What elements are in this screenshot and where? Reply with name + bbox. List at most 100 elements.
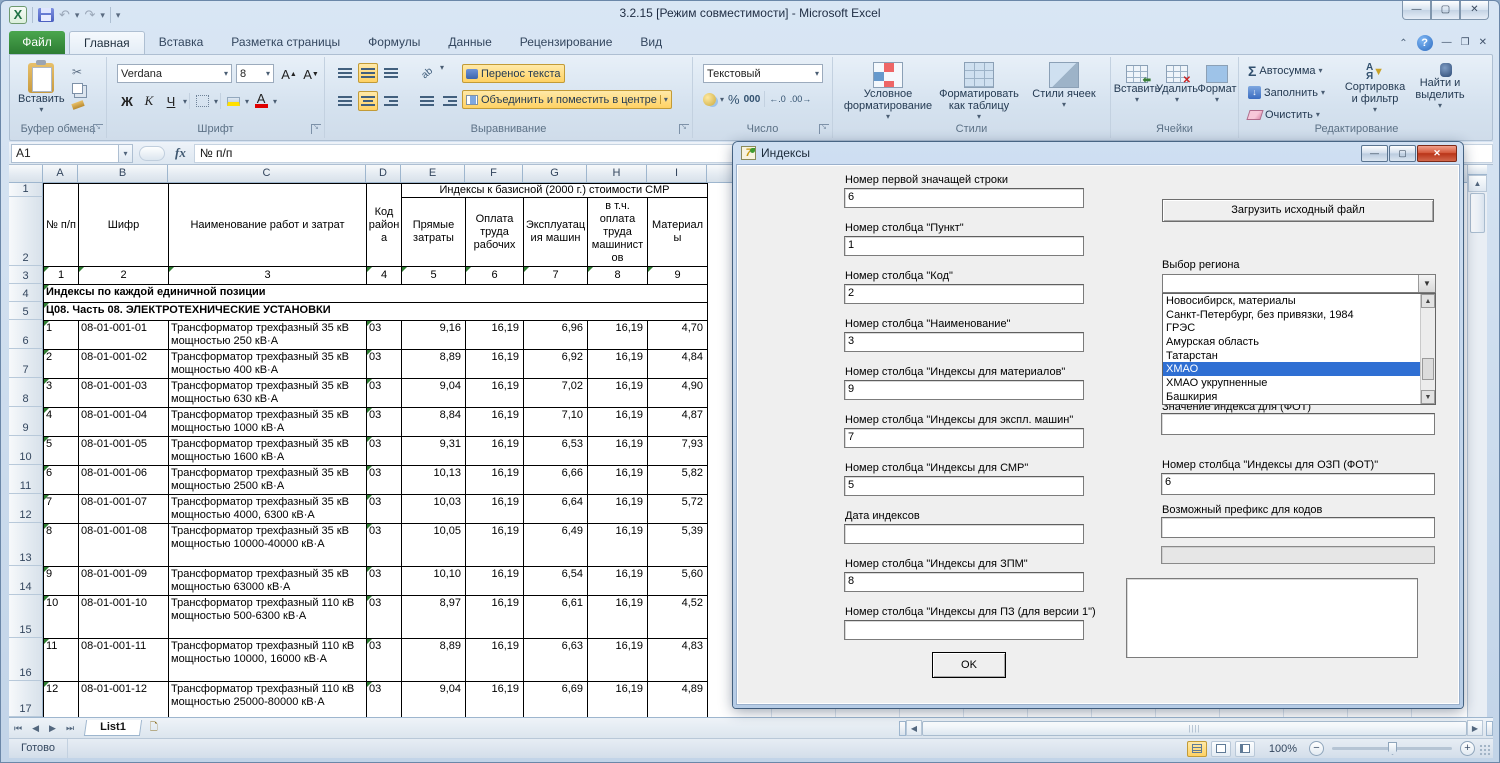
percent-style-icon[interactable]: %: [728, 92, 740, 107]
cell-value[interactable]: 6,54: [524, 567, 588, 596]
cell-value[interactable]: 16,19: [588, 350, 648, 379]
row-header-10[interactable]: 10: [9, 436, 43, 465]
column-header-G[interactable]: G: [523, 165, 587, 183]
row-header-4[interactable]: 4: [9, 284, 43, 302]
cell-index[interactable]: 3: [44, 379, 79, 408]
vertical-scroll-thumb[interactable]: [1470, 193, 1485, 233]
cell-region[interactable]: 03: [367, 321, 402, 350]
cell-value[interactable]: 16,19: [588, 567, 648, 596]
dialog-minimize-button[interactable]: —: [1361, 145, 1388, 162]
currency-icon[interactable]: [703, 93, 716, 106]
dialog-close-button[interactable]: ✕: [1417, 145, 1457, 162]
alignment-dialog-launcher[interactable]: [679, 124, 689, 134]
cell-value[interactable]: 16,19: [466, 596, 524, 639]
column-header-A[interactable]: A: [43, 165, 78, 183]
cell-value[interactable]: 4,52: [648, 596, 708, 639]
cell-value[interactable]: 4,83: [648, 639, 708, 682]
workbook-close-icon[interactable]: ✕: [1479, 36, 1487, 50]
name-box[interactable]: A1: [11, 144, 119, 163]
row-header-14[interactable]: 14: [9, 566, 43, 595]
number-dialog-launcher[interactable]: [819, 124, 829, 134]
scroll-left-icon[interactable]: ◀: [906, 720, 922, 736]
tab-формулы[interactable]: Формулы: [354, 31, 434, 54]
bold-button[interactable]: Ж: [117, 91, 137, 111]
dialog-field-input[interactable]: 1: [844, 236, 1084, 256]
section-row-2[interactable]: Ц08. Часть 08. ЭЛЕКТРОТЕХНИЧЕСКИЕ УСТАНО…: [44, 303, 708, 321]
cell-name[interactable]: Трансформатор трехфазный 35 кВ мощностью…: [169, 379, 367, 408]
grow-font-button[interactable]: A▲: [279, 64, 299, 84]
region-combo-dropdown-icon[interactable]: ▼: [1418, 275, 1435, 292]
cell-index[interactable]: 12: [44, 682, 79, 717]
cell-index[interactable]: 6: [44, 466, 79, 495]
tab-главная[interactable]: Главная: [69, 31, 145, 54]
cell-region[interactable]: 03: [367, 682, 402, 717]
cell-index[interactable]: 2: [44, 350, 79, 379]
align-middle-icon[interactable]: [358, 63, 378, 83]
tab-данные[interactable]: Данные: [434, 31, 505, 54]
increase-decimal-icon[interactable]: ←.0: [769, 94, 786, 104]
column-header-E[interactable]: E: [401, 165, 465, 183]
workbook-restore-icon[interactable]: ❐: [1461, 36, 1470, 50]
region-combobox[interactable]: ▼: [1162, 274, 1436, 293]
cell-region[interactable]: 03: [367, 437, 402, 466]
zoom-slider[interactable]: [1332, 747, 1452, 750]
cell-value[interactable]: 16,19: [588, 596, 648, 639]
load-source-file-button[interactable]: Загрузить исходный файл: [1162, 199, 1434, 222]
cell-value[interactable]: 16,19: [588, 466, 648, 495]
tab-разметка-страницы[interactable]: Разметка страницы: [217, 31, 354, 54]
conditional-formatting-button[interactable]: Условное форматирование▾: [845, 62, 931, 121]
region-option[interactable]: Санкт-Петербург, без привязки, 1984: [1163, 308, 1420, 322]
cell-name[interactable]: Трансформатор трехфазный 35 кВ мощностью…: [169, 567, 367, 596]
cell-name[interactable]: Трансформатор трехфазный 35 кВ мощностью…: [169, 408, 367, 437]
page-break-view-button[interactable]: [1235, 741, 1255, 757]
cell-index[interactable]: 8: [44, 524, 79, 567]
cell-region[interactable]: 03: [367, 639, 402, 682]
cell-index[interactable]: 9: [44, 567, 79, 596]
row-header-11[interactable]: 11: [9, 465, 43, 494]
scroll-up-icon[interactable]: ▲: [1468, 175, 1487, 192]
ok-button[interactable]: OK: [932, 652, 1006, 678]
numbering-cell[interactable]: 3: [169, 267, 367, 285]
dialog-field-input[interactable]: 6: [844, 188, 1084, 208]
dialog-maximize-button[interactable]: ▢: [1389, 145, 1416, 162]
cell-name[interactable]: Трансформатор трехфазный 35 кВ мощностью…: [169, 524, 367, 567]
fot-value-input[interactable]: [1161, 413, 1435, 435]
next-sheet-icon[interactable]: ▶: [44, 723, 61, 734]
cell-value[interactable]: 5,39: [648, 524, 708, 567]
output-listbox[interactable]: [1126, 578, 1418, 658]
first-sheet-icon[interactable]: ⏮: [9, 723, 27, 734]
cell-code[interactable]: 08-01-001-07: [79, 495, 169, 524]
header-cell[interactable]: Наименование работ и затрат: [169, 184, 367, 267]
tab-вид[interactable]: Вид: [626, 31, 676, 54]
format-as-table-button[interactable]: Форматировать как таблицу▾: [933, 62, 1025, 121]
cell-name[interactable]: Трансформатор трехфазный 110 кВ мощность…: [169, 596, 367, 639]
cell-value[interactable]: 9,04: [402, 682, 466, 717]
numbering-cell[interactable]: 6: [466, 267, 524, 285]
decrease-indent-icon[interactable]: [417, 91, 437, 111]
cell-value[interactable]: 16,19: [588, 639, 648, 682]
numbering-cell[interactable]: 9: [648, 267, 708, 285]
font-dialog-launcher[interactable]: [311, 124, 321, 134]
cell-index[interactable]: 1: [44, 321, 79, 350]
cell-value[interactable]: 10,10: [402, 567, 466, 596]
comma-style-icon[interactable]: 000: [744, 94, 761, 105]
column-header-H[interactable]: H: [587, 165, 647, 183]
cell-value[interactable]: 16,19: [588, 437, 648, 466]
numbering-cell[interactable]: 1: [44, 267, 79, 285]
cell-code[interactable]: 08-01-001-06: [79, 466, 169, 495]
font-color-dropdown-icon[interactable]: ▾: [273, 97, 277, 106]
cell-value[interactable]: 6,69: [524, 682, 588, 717]
align-center-icon[interactable]: [358, 91, 378, 111]
cell-code[interactable]: 08-01-001-01: [79, 321, 169, 350]
copy-icon[interactable]: [72, 83, 83, 94]
cell-region[interactable]: 03: [367, 350, 402, 379]
decrease-decimal-icon[interactable]: .00→: [790, 94, 812, 104]
workbook-minimize-icon[interactable]: —: [1442, 36, 1452, 50]
ribbon-collapse-icon[interactable]: ⌃: [1399, 38, 1407, 49]
dialog-field-input[interactable]: 7: [844, 428, 1084, 448]
cell-name[interactable]: Трансформатор трехфазный 110 кВ мощность…: [169, 682, 367, 717]
region-option[interactable]: Татарстан: [1163, 349, 1420, 363]
zoom-in-button[interactable]: +: [1460, 741, 1475, 756]
last-sheet-icon[interactable]: ⏭: [61, 723, 79, 734]
cell-code[interactable]: 08-01-001-05: [79, 437, 169, 466]
